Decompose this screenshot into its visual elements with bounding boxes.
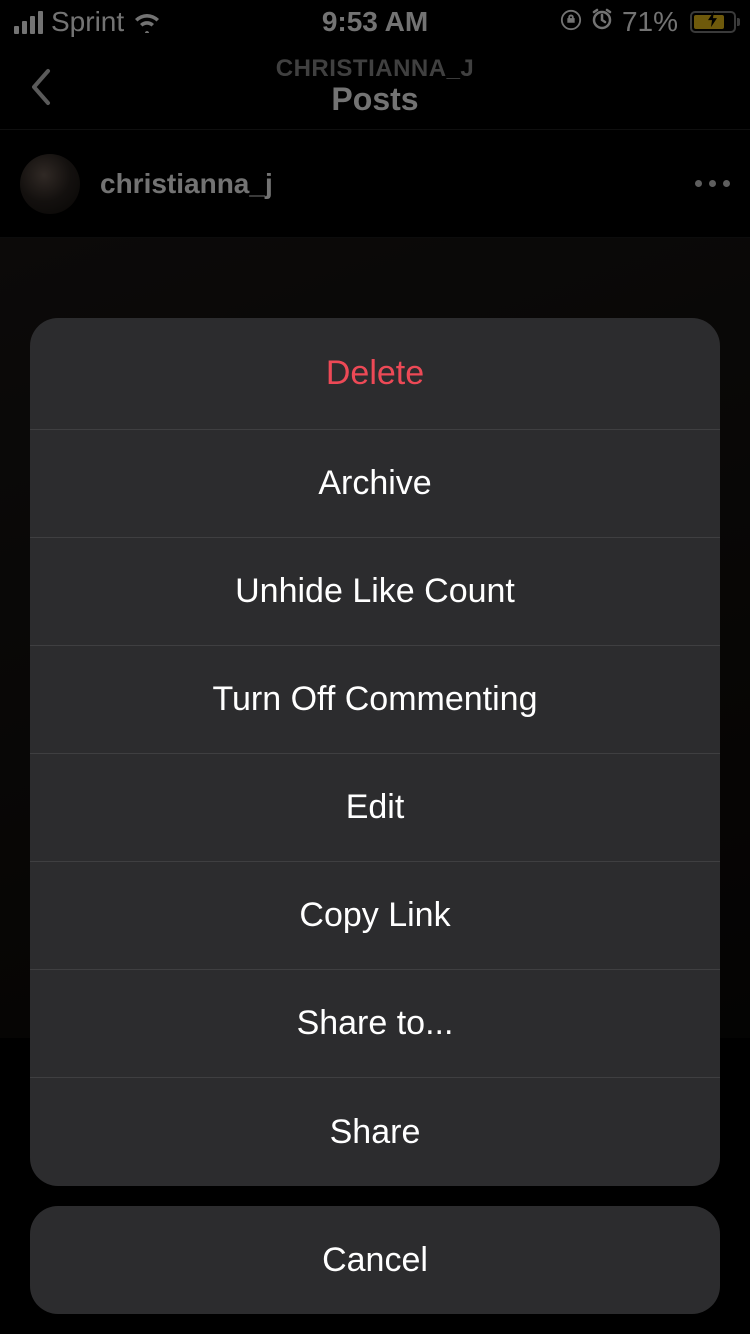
action-delete[interactable]: Delete — [30, 318, 720, 430]
alarm-icon — [590, 6, 614, 38]
chevron-left-icon — [28, 67, 52, 107]
cellular-signal-icon — [14, 11, 43, 34]
charging-bolt-icon — [708, 11, 718, 32]
post-username[interactable]: christianna_j — [100, 168, 273, 200]
action-sheet: Delete Archive Unhide Like Count Turn Of… — [30, 318, 720, 1186]
post-header: christianna_j — [0, 130, 750, 238]
status-left: Sprint — [14, 6, 162, 38]
orientation-lock-icon — [560, 6, 582, 38]
nav-subtitle: CHRISTIANNA_J — [276, 56, 475, 82]
action-archive[interactable]: Archive — [30, 430, 720, 538]
status-right: 71% — [560, 6, 736, 38]
action-turn-off-commenting[interactable]: Turn Off Commenting — [30, 646, 720, 754]
action-edit[interactable]: Edit — [30, 754, 720, 862]
battery-percent: 71% — [622, 6, 678, 38]
wifi-icon — [132, 11, 162, 33]
carrier-label: Sprint — [51, 6, 124, 38]
action-copy-link[interactable]: Copy Link — [30, 862, 720, 970]
action-unhide-like-count[interactable]: Unhide Like Count — [30, 538, 720, 646]
status-time: 9:53 AM — [322, 6, 428, 38]
back-button[interactable] — [0, 67, 80, 107]
more-options-button[interactable] — [695, 180, 730, 187]
action-sheet-container: Delete Archive Unhide Like Count Turn Of… — [0, 318, 750, 1334]
nav-title: Posts — [276, 82, 475, 117]
nav-titles: CHRISTIANNA_J Posts — [276, 56, 475, 118]
status-bar: Sprint 9:53 AM 71% — [0, 0, 750, 44]
action-cancel[interactable]: Cancel — [30, 1206, 720, 1314]
action-share-to[interactable]: Share to... — [30, 970, 720, 1078]
action-share[interactable]: Share — [30, 1078, 720, 1186]
battery-icon — [686, 11, 736, 33]
nav-header: CHRISTIANNA_J Posts — [0, 44, 750, 130]
more-icon — [695, 180, 702, 187]
avatar[interactable] — [20, 154, 80, 214]
